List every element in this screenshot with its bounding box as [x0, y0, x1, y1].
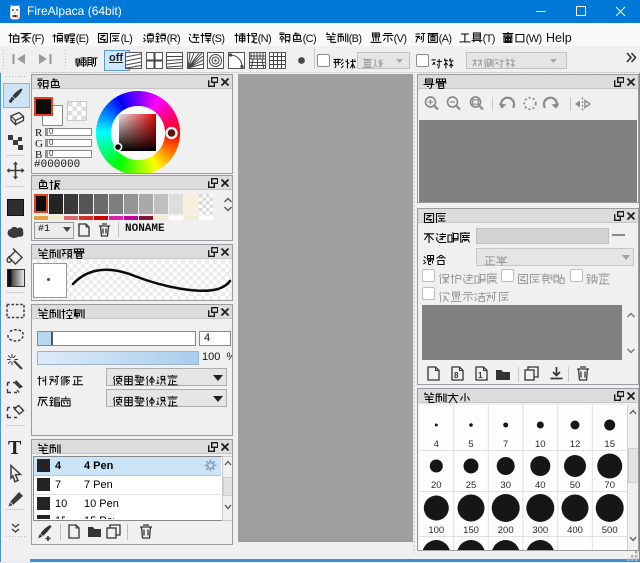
svg-text:500: 500 — [602, 525, 618, 536]
svg-text:5: 5 — [468, 439, 473, 450]
svg-text:7: 7 — [503, 439, 508, 450]
svg-text:400: 400 — [567, 525, 583, 536]
svg-text:4: 4 — [434, 439, 439, 450]
svg-text:200: 200 — [498, 525, 514, 536]
svg-text:150: 150 — [463, 525, 479, 536]
svg-text:50: 50 — [570, 480, 581, 491]
svg-text:100: 100 — [428, 525, 444, 536]
svg-text:40: 40 — [535, 480, 546, 491]
svg-text:25: 25 — [466, 480, 477, 491]
svg-text:12: 12 — [570, 439, 581, 450]
svg-text:30: 30 — [500, 480, 511, 491]
svg-text:70: 70 — [604, 480, 615, 491]
svg-text:15: 15 — [604, 439, 615, 450]
svg-text:10: 10 — [535, 439, 546, 450]
svg-text:20: 20 — [431, 480, 442, 491]
svg-text:300: 300 — [532, 525, 548, 536]
